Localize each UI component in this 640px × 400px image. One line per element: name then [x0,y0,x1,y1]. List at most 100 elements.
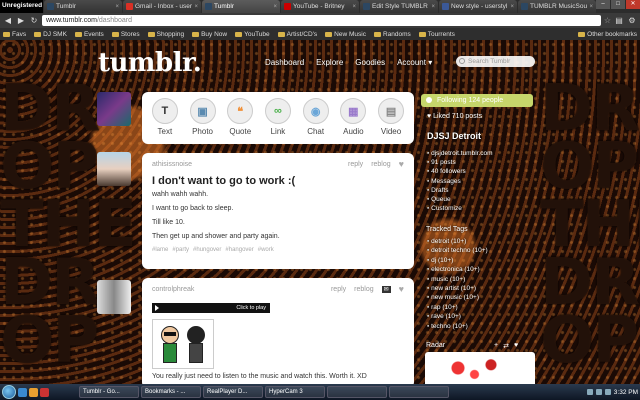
bookmark-item[interactable]: DJ SMK [34,31,67,38]
post-type-chat[interactable]: ◉ Chat [298,98,334,144]
browser-tab[interactable]: YouTube - Britney × [281,0,359,13]
blog-menu-item[interactable]: Drafts [427,186,493,195]
taskbar-button[interactable] [389,386,449,398]
tumblr-logo[interactable]: tumblr. [98,48,202,78]
reply-link[interactable]: reply [331,286,346,293]
post-author[interactable]: controlphreak [152,286,194,293]
close-tab-icon[interactable]: × [273,4,277,10]
blog-name[interactable]: DJSJ Detroit [427,131,481,141]
audio-player[interactable]: Click to play [152,303,270,313]
heart-icon[interactable]: ♥ [514,342,518,350]
post-type-link[interactable]: ∞ Link [260,98,296,144]
taskbar-button[interactable]: Bookmarks - ... [141,386,201,398]
post-tag[interactable]: #work [258,247,274,253]
nav-link[interactable]: Goodies [355,58,385,67]
browser-tab[interactable]: Tumblr × [44,0,122,13]
controlphreak-avatar[interactable] [97,280,131,314]
following-link[interactable]: Following 124 people [421,94,533,107]
maximize-button[interactable]: □ [611,0,625,9]
bookmark-item[interactable]: Events [74,31,104,38]
nav-link[interactable]: Explore [316,58,343,67]
url-field[interactable]: www.tumblr.com/dashboard [42,15,601,26]
close-tab-icon[interactable]: × [115,4,119,10]
tracked-tag[interactable]: electronica (10+) [427,265,488,274]
like-heart-icon[interactable]: ♥ [399,159,404,169]
tracked-tag[interactable]: detroit techno (10+) [427,246,488,255]
nav-link[interactable]: Dashboard [265,58,304,67]
taskbar-button[interactable]: Tumblr - Go... [79,386,139,398]
post-tag[interactable]: #hangover [225,247,253,253]
wrench-icon[interactable]: ⚙ [627,16,637,26]
tracked-tag[interactable]: techno (10+) [427,322,488,331]
tracked-tag[interactable]: music (10+) [427,275,488,284]
tracked-tag[interactable]: rave (10+) [427,312,488,321]
taskbar-button[interactable]: HyperCam 3 [265,386,325,398]
post-tag[interactable]: #party [172,247,189,253]
post-type-text[interactable]: T Text [147,98,183,144]
liked-link[interactable]: ♥ Liked 710 posts [427,113,482,120]
ie-icon[interactable] [18,387,27,397]
reply-link[interactable]: reply [348,161,363,168]
taskbar-button[interactable] [327,386,387,398]
browser-tab[interactable]: Edit Style TUMBLR × [360,0,438,13]
close-tab-icon[interactable]: × [431,4,435,10]
folder-icon[interactable] [29,387,38,397]
reblog-link[interactable]: reblog [371,161,390,168]
close-tab-icon[interactable]: × [194,4,198,10]
back-icon[interactable]: ◀ [3,16,13,26]
envelope-icon[interactable]: ✉ [381,285,391,293]
post-tag[interactable]: #hungover [193,247,221,253]
post-type-video[interactable]: ▤ Video [373,98,409,144]
media-icon[interactable] [40,387,49,397]
taskbar-button[interactable]: RealPlayer D... [203,386,263,398]
post-photo[interactable] [152,319,214,369]
clock[interactable]: 3:32 PM [614,389,638,396]
blog-menu-item[interactable]: Queue [427,195,493,204]
blog-menu-item[interactable]: 40 followers [427,167,493,176]
browser-tab[interactable]: Gmail - Inbox - userst × [123,0,201,13]
bookmark-item[interactable]: Stores [111,31,140,38]
page-menu-icon[interactable]: ▤ [614,16,624,26]
blog-menu-item[interactable]: 91 posts [427,158,493,167]
like-heart-icon[interactable]: ♥ [399,284,404,294]
close-tab-icon[interactable]: × [589,4,593,10]
post-type-audio[interactable]: ▦ Audio [335,98,371,144]
reblog-icon[interactable]: ⇄ [503,342,509,350]
post-type-photo[interactable]: ▣ Photo [185,98,221,144]
forward-icon[interactable]: ▶ [16,16,26,26]
blog-menu-item[interactable]: djsjdetroit.tumblr.com [427,149,492,158]
browser-tab[interactable]: Tumblr × [202,0,280,13]
tracked-tag[interactable]: dj (10+) [427,256,488,265]
start-button[interactable] [2,385,16,399]
nav-link[interactable]: Account ▾ [397,58,432,67]
browser-tab[interactable]: TUMBLR MusicSoun × [518,0,596,13]
bookmark-star-icon[interactable]: ☆ [604,16,611,25]
bookmark-item[interactable]: Buy Now [192,31,227,38]
post-type-quote[interactable]: ❝ Quote [222,98,258,144]
tray-icon[interactable] [604,389,611,395]
play-icon[interactable] [155,305,159,311]
close-tab-icon[interactable]: × [510,4,514,10]
own-avatar[interactable] [97,92,131,126]
tracked-tag[interactable]: rap (10+) [427,303,488,312]
other-bookmarks[interactable]: Other bookmarks [578,31,637,38]
post-tag[interactable]: #lame [152,247,168,253]
tracked-tag[interactable]: new music (10+) [427,293,488,302]
bookmark-item[interactable]: Shopping [147,31,184,38]
plus-icon[interactable]: + [494,342,498,350]
blog-menu-item[interactable]: Customize [427,204,493,213]
reblog-link[interactable]: reblog [354,286,373,293]
bookmark-item[interactable]: Tourrents [418,31,455,38]
blog-menu-item[interactable]: Messages [427,177,493,186]
tray-icon[interactable] [586,389,593,395]
search-input[interactable]: Search Tumblr [456,56,535,67]
close-tab-icon[interactable]: × [352,4,356,10]
minimize-button[interactable]: – [596,0,610,9]
bookmark-item[interactable]: YouTube [235,31,270,38]
bookmark-item[interactable]: Randoms [373,31,411,38]
tracked-tag[interactable]: new artist (10+) [427,284,488,293]
browser-tab[interactable]: New style - userstyl × [439,0,517,13]
radar-image[interactable] [425,352,535,384]
tray-icon[interactable] [595,389,602,395]
close-window-button[interactable]: ✕ [626,0,640,9]
